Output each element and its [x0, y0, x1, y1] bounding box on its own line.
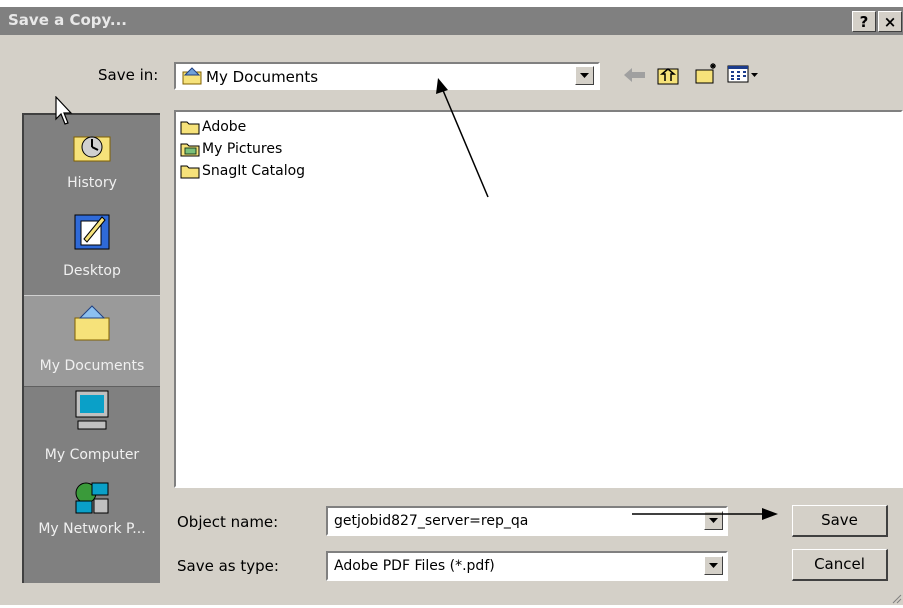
- save-in-combo[interactable]: My Documents: [174, 62, 600, 90]
- places-bar: History Desktop My Documents My Computer…: [22, 113, 160, 583]
- places-item-history[interactable]: History: [24, 123, 160, 203]
- places-item-my-network[interactable]: My Network P...: [24, 477, 160, 577]
- save-as-type-label: Save as type:: [177, 557, 279, 575]
- places-item-label: My Documents: [39, 358, 145, 374]
- up-folder-icon[interactable]: [657, 65, 679, 89]
- mouse-pointer-icon: [55, 95, 75, 130]
- folder-icon: [180, 163, 200, 179]
- save-as-type-value: Adobe PDF Files (*.pdf): [334, 558, 495, 574]
- file-list[interactable]: Adobe My Pictures SnagIt Catalog: [174, 110, 903, 488]
- file-name: My Pictures: [202, 141, 283, 157]
- folder-icon: [180, 119, 200, 135]
- object-name-input[interactable]: getjobid827_server=rep_qa: [326, 506, 728, 536]
- object-name-label: Object name:: [177, 513, 279, 531]
- help-button[interactable]: ?: [852, 11, 876, 32]
- save-in-label: Save in:: [98, 66, 159, 84]
- list-item[interactable]: My Pictures: [180, 138, 282, 160]
- my-computer-icon: [72, 389, 112, 430]
- places-item-my-computer[interactable]: My Computer: [24, 389, 160, 473]
- save-in-value: My Documents: [206, 68, 319, 86]
- save-in-dropdown-arrow[interactable]: [575, 66, 594, 85]
- my-network-places-icon: [72, 477, 112, 517]
- history-icon: [72, 123, 112, 163]
- desktop-icon: [72, 211, 112, 251]
- places-item-label: My Network P...: [38, 521, 146, 537]
- my-documents-icon: [72, 302, 112, 342]
- object-name-dropdown-arrow[interactable]: [704, 511, 723, 530]
- places-item-label: History: [67, 175, 117, 191]
- places-item-label: Desktop: [63, 263, 121, 279]
- file-name: Adobe: [202, 119, 247, 135]
- file-name: SnagIt Catalog: [202, 163, 306, 179]
- title-bar[interactable]: Save a Copy... ? ×: [0, 7, 903, 35]
- places-item-label: My Computer: [44, 447, 140, 463]
- my-documents-small-icon: [182, 67, 202, 89]
- save-as-type-select[interactable]: Adobe PDF Files (*.pdf): [326, 551, 728, 581]
- pictures-folder-icon: [180, 141, 200, 157]
- cancel-button[interactable]: Cancel: [792, 549, 888, 581]
- back-arrow-icon[interactable]: [624, 67, 646, 87]
- new-folder-icon[interactable]: [695, 62, 719, 89]
- close-button[interactable]: ×: [878, 11, 902, 32]
- places-item-desktop[interactable]: Desktop: [24, 211, 160, 291]
- save-button[interactable]: Save: [792, 505, 888, 537]
- list-item[interactable]: SnagIt Catalog: [180, 160, 305, 182]
- view-menu-icon[interactable]: [727, 64, 761, 88]
- places-item-my-documents[interactable]: My Documents: [24, 295, 160, 387]
- list-item[interactable]: Adobe: [180, 116, 246, 138]
- resize-grip-icon[interactable]: [890, 592, 902, 608]
- window-title: Save a Copy...: [8, 11, 127, 29]
- object-name-value: getjobid827_server=rep_qa: [334, 513, 529, 529]
- save-as-type-dropdown-arrow[interactable]: [704, 556, 723, 575]
